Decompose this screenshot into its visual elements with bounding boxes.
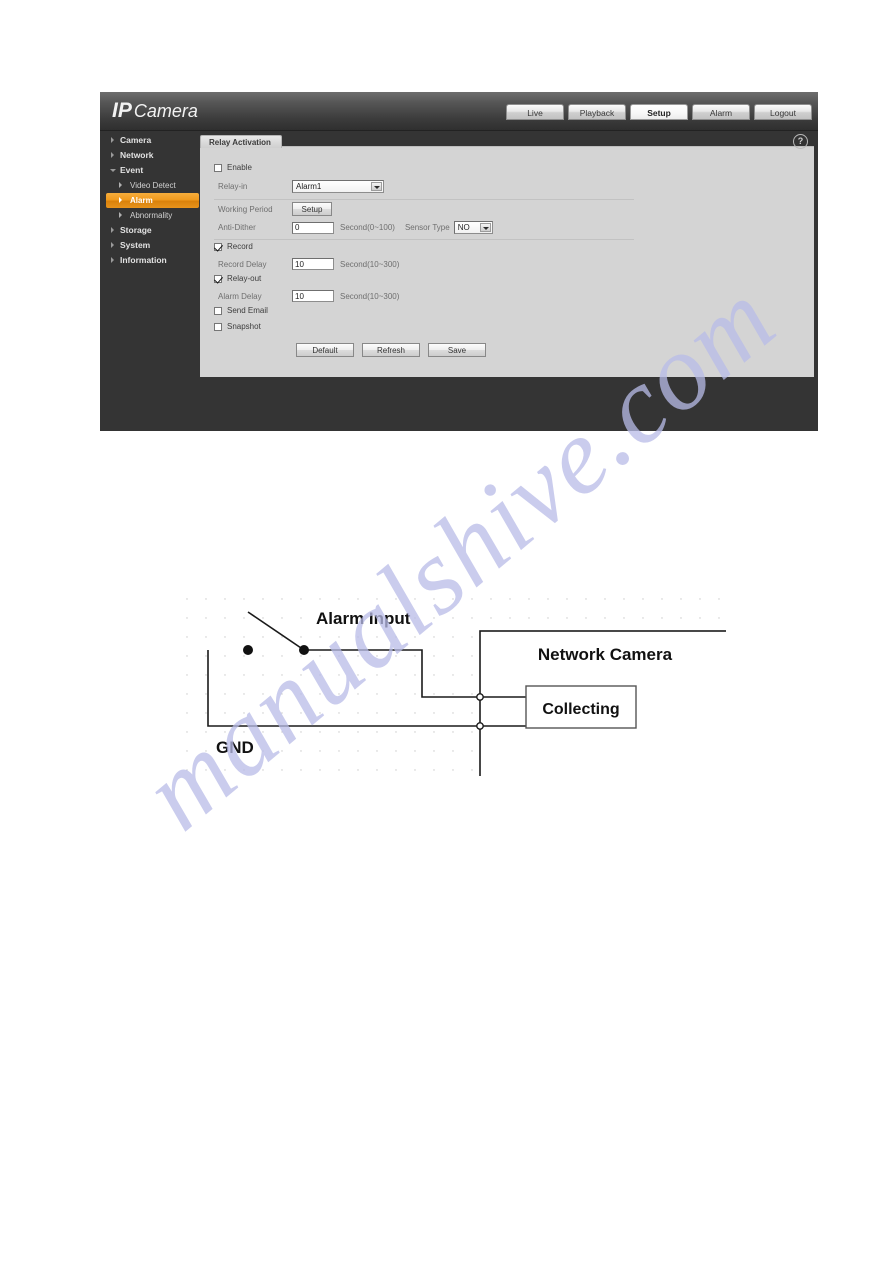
snapshot-label: Snapshot [227,322,261,331]
sidebar-item-system[interactable]: System [106,238,199,253]
help-icon[interactable]: ? [793,134,808,149]
save-button[interactable]: Save [428,343,486,357]
relay-in-label: Relay-in [218,182,248,191]
sidebar-item-label: Event [120,165,144,175]
chevron-right-icon [111,152,114,158]
gnd-label: GND [216,738,254,757]
anti-dither-label: Anti-Dither [218,223,256,232]
sidebar-item-label: Storage [120,225,152,235]
sidebar-item-label: Alarm [130,196,153,205]
form-divider [214,199,634,200]
sidebar-item-storage[interactable]: Storage [106,223,199,238]
alarm-delay-unit: Second(10~300) [340,291,400,301]
sidebar-item-label: Video Detect [130,181,176,190]
enable-label: Enable [227,163,252,172]
send-email-row: Send Email [214,306,268,315]
switch-terminal-left [243,645,253,655]
tab-live[interactable]: Live [506,104,564,120]
sensor-type-value: NO [457,223,470,232]
record-delay-row: Record Delay Second(10~300) [218,258,399,270]
brand-logo: IP Camera [112,99,198,123]
tab-alarm[interactable]: Alarm [692,104,750,120]
brand-camera-text: Camera [133,101,198,121]
sidebar-item-abnormality[interactable]: Abnormality [106,208,199,223]
default-button[interactable]: Default [296,343,354,357]
chevron-right-icon [119,197,122,203]
chevron-down-icon [110,169,116,175]
tab-setup[interactable]: Setup [630,104,688,120]
relay-activation-form: Enable Relay-in Alarm1 Working Period Se… [200,147,814,377]
chevron-right-icon [111,227,114,233]
chevron-right-icon [111,137,114,143]
enable-checkbox[interactable] [214,163,222,172]
chevron-right-icon [119,212,122,218]
alarm-input-wiring-diagram: Alarm Input GND Network Camera Collectin… [186,598,747,780]
sensor-type-select[interactable]: NO [453,221,493,234]
app-header: IP Camera Live Playback Setup Alarm Logou… [100,92,818,131]
relay-in-select[interactable]: Alarm1 [292,180,384,193]
sidebar-item-label: System [120,240,151,250]
tab-logout[interactable]: Logout [754,104,812,120]
record-delay-unit: Second(10~300) [340,259,400,269]
anti-dither-unit: Second(0~100) [340,223,395,232]
enable-row: Enable [214,163,252,172]
relay-in-row: Relay-in Alarm1 [218,180,384,193]
record-delay-input[interactable] [292,258,334,270]
sidebar-item-label: Camera [120,135,152,145]
sidebar-nav: Camera Network Event Video Detect Alarm … [106,133,199,268]
alarm-input-label: Alarm Input [316,609,411,628]
relay-out-checkbox[interactable] [214,274,222,283]
record-row: Record [214,242,253,251]
camera-terminal-bottom [476,722,484,730]
alarm-delay-row: Alarm Delay Second(10~300) [218,290,399,302]
send-email-label: Send Email [227,306,268,315]
chevron-right-icon [119,182,122,188]
sidebar-item-video-detect[interactable]: Video Detect [106,178,199,193]
sidebar-item-event[interactable]: Event [106,163,199,178]
chevron-right-icon [111,257,114,263]
anti-dither-input[interactable] [292,221,334,234]
send-email-checkbox[interactable] [214,306,222,315]
record-checkbox[interactable] [214,242,222,251]
ip-camera-web-window: IP Camera Live Playback Setup Alarm Logou… [100,92,818,431]
working-period-setup-button[interactable]: Setup [292,202,332,216]
alarm-delay-label: Alarm Delay [218,291,262,301]
brand-ip-text: IP [112,99,132,122]
snapshot-checkbox[interactable] [214,322,222,331]
form-action-buttons: Default Refresh Save [296,343,486,357]
chevron-down-icon[interactable] [371,182,382,191]
sidebar-item-label: Abnormality [130,211,173,220]
alarm-delay-input[interactable] [292,290,334,302]
network-camera-label: Network Camera [538,645,673,664]
content-panel: Relay Activation Enable Relay-in Alarm1 [200,135,814,377]
sidebar-item-label: Network [120,150,154,160]
app-body: ? Camera Network Event Video Detect Alar… [100,130,818,431]
chevron-right-icon [111,242,114,248]
top-navigation-tabs: Live Playback Setup Alarm Logout [506,104,812,120]
working-period-row: Working Period Setup [218,202,332,216]
sidebar-item-alarm[interactable]: Alarm [106,193,199,208]
form-divider [214,239,634,240]
anti-dither-row: Anti-Dither Second(0~100) Sensor Type NO [218,221,493,234]
tab-playback[interactable]: Playback [568,104,626,120]
record-delay-label: Record Delay [218,259,267,269]
sensor-type-label: Sensor Type [404,223,450,232]
switch-terminal-right [299,645,309,655]
relay-in-value: Alarm1 [296,182,322,191]
refresh-button[interactable]: Refresh [362,343,420,357]
sidebar-item-camera[interactable]: Camera [106,133,199,148]
record-label: Record [227,242,253,251]
relay-out-row: Relay-out [214,274,261,283]
sidebar-item-information[interactable]: Information [106,253,199,268]
sidebar-item-network[interactable]: Network [106,148,199,163]
collecting-label: Collecting [542,701,619,718]
working-period-label: Working Period [218,204,273,214]
sidebar-item-label: Information [120,255,167,265]
relay-out-label: Relay-out [227,274,262,283]
camera-terminal-top [476,693,484,701]
chevron-down-icon[interactable] [479,223,491,232]
snapshot-row: Snapshot [214,322,261,331]
